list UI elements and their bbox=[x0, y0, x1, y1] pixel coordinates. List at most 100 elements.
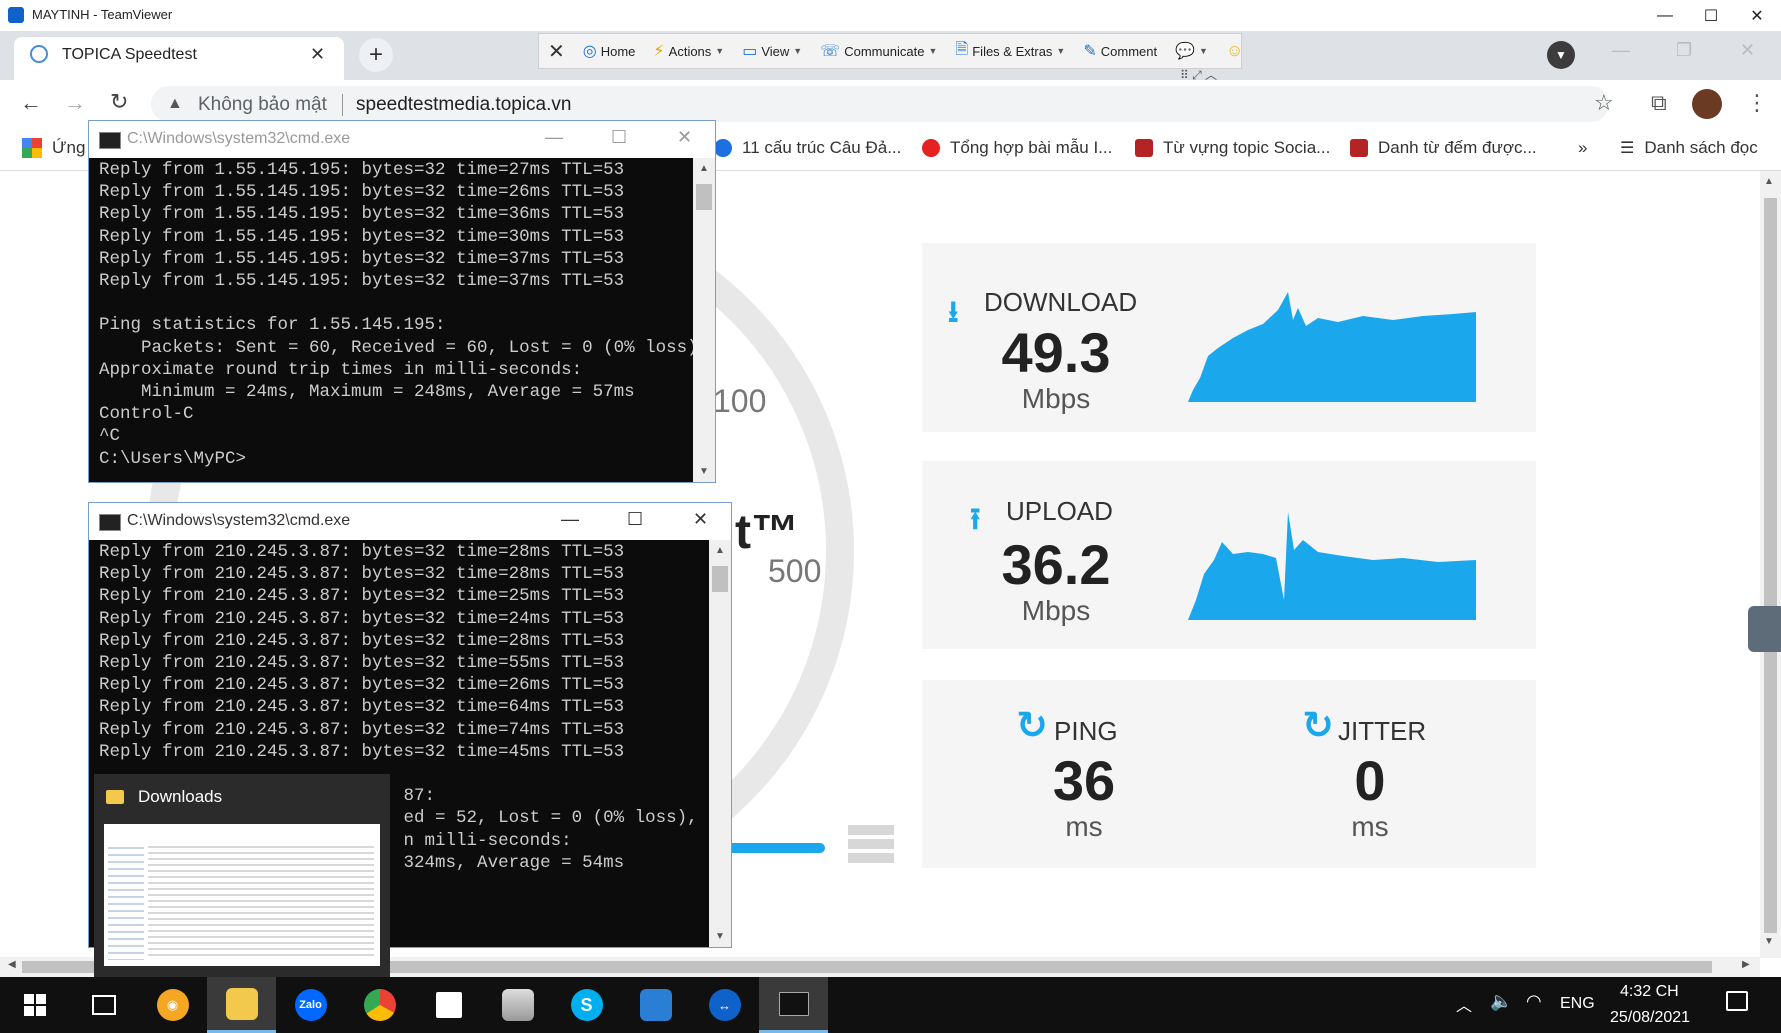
taskbar-teamviewer[interactable]: ↔ bbox=[690, 977, 759, 1033]
close-icon[interactable]: ✕ bbox=[677, 127, 692, 148]
bookmark-cau-truc[interactable]: 11 cấu trúc Câu Đả... bbox=[714, 138, 901, 158]
tab-close-icon[interactable]: ✕ bbox=[310, 44, 325, 65]
cmd-window-1[interactable]: C:\Windows\system32\cmd.exe — ☐ ✕ Reply … bbox=[88, 120, 716, 483]
taskbar-skype[interactable]: S bbox=[552, 977, 621, 1033]
tv-comment-label: Comment bbox=[1100, 43, 1158, 59]
not-secure-label[interactable]: Không bảo mật bbox=[198, 94, 327, 116]
folder-icon bbox=[106, 790, 124, 804]
tv-comment-button[interactable]: ✎ Comment bbox=[1074, 41, 1166, 61]
cmd-1-titlebar[interactable]: C:\Windows\system32\cmd.exe — ☐ ✕ bbox=[89, 121, 715, 158]
avatar[interactable] bbox=[1692, 89, 1722, 119]
url-text[interactable]: speedtestmedia.topica.vn bbox=[356, 94, 571, 116]
bookmark-apps[interactable]: Ứng bbox=[52, 138, 85, 158]
console-line: Reply from 210.245.3.87: bytes=32 time=2… bbox=[99, 542, 625, 562]
scroll-down-icon[interactable]: ▼ bbox=[699, 466, 709, 477]
explorer-window-thumbnail bbox=[104, 824, 380, 966]
taskbar-file-explorer[interactable] bbox=[207, 977, 276, 1033]
scroll-down-icon[interactable]: ▼ bbox=[715, 931, 725, 942]
reading-list-button[interactable]: ☰ Danh sách đọc bbox=[1620, 138, 1758, 158]
tv-feedback-button[interactable]: ☺ bbox=[1217, 41, 1252, 61]
terminal-icon bbox=[778, 991, 809, 1016]
chrome-close-icon[interactable]: ✕ bbox=[1740, 40, 1755, 61]
bookmark-label: Danh từ đếm được... bbox=[1378, 138, 1537, 157]
tv-files-label: Files & Extras bbox=[972, 43, 1053, 59]
taskbar-drive-utility[interactable] bbox=[483, 977, 552, 1033]
clock-date[interactable]: 25/08/2021 bbox=[1610, 1009, 1690, 1027]
tv-home-button[interactable]: ◎ Home bbox=[574, 41, 645, 61]
taskbar-zalo[interactable]: Zalo bbox=[276, 977, 345, 1033]
downloads-preview-title: Downloads bbox=[138, 787, 223, 806]
scroll-up-icon[interactable]: ▲ bbox=[1764, 176, 1774, 187]
bookmark-tu-vung[interactable]: Từ vựng topic Socia... bbox=[1135, 138, 1330, 158]
scroll-down-icon[interactable]: ▼ bbox=[1764, 936, 1774, 947]
download-graph-area bbox=[1188, 292, 1476, 402]
console-line: Reply from 210.245.3.87: bytes=32 time=5… bbox=[99, 653, 625, 674]
bookmarks-overflow-button[interactable]: » bbox=[1578, 138, 1587, 158]
close-icon[interactable]: ✕ bbox=[693, 509, 708, 530]
volume-icon[interactable]: 🔈 bbox=[1490, 991, 1512, 1012]
cmd-1-output: Reply from 1.55.145.195: bytes=32 time=2… bbox=[89, 159, 708, 470]
scroll-right-icon[interactable]: ▶ bbox=[1742, 959, 1750, 970]
scroll-up-icon[interactable]: ▲ bbox=[699, 163, 709, 174]
cmd-icon bbox=[99, 132, 121, 149]
scrollbar-thumb[interactable] bbox=[696, 184, 712, 210]
warning-icon[interactable]: ▲ bbox=[167, 95, 183, 113]
taskbar-brave[interactable]: ◉ bbox=[138, 977, 207, 1033]
tray-chevron-up-icon[interactable]: ︿ bbox=[1456, 992, 1472, 1016]
tv-communicate-menu[interactable]: ☏ Communicate ▼ bbox=[811, 41, 946, 61]
cmd-1-scrollbar[interactable]: ▲ ▼ bbox=[693, 158, 715, 482]
minimize-icon[interactable]: — bbox=[1642, 0, 1688, 31]
tv-close-button[interactable]: ✕ bbox=[539, 39, 574, 64]
cmd-2-scrollbar[interactable]: ▲ ▼ bbox=[709, 540, 731, 947]
files-icon: 🗎 bbox=[955, 40, 969, 58]
scroll-up-icon[interactable]: ▲ bbox=[715, 545, 725, 556]
downloads-thumbnail-preview[interactable]: Downloads bbox=[94, 774, 390, 978]
tv-chat-menu[interactable]: 💬 ▼ bbox=[1166, 41, 1217, 61]
start-button[interactable] bbox=[0, 977, 69, 1033]
language-indicator[interactable]: ENG bbox=[1560, 995, 1595, 1013]
reload-icon[interactable]: ↻ bbox=[110, 89, 128, 115]
minimize-icon[interactable]: — bbox=[561, 509, 579, 530]
tab-favicon-icon bbox=[30, 45, 48, 63]
taskbar-cmd[interactable] bbox=[759, 977, 828, 1033]
chrome-profile-menu-icon[interactable]: ▼ bbox=[1547, 41, 1575, 69]
taskbar-chrome[interactable] bbox=[345, 977, 414, 1033]
maximize-icon[interactable]: ☐ bbox=[611, 127, 627, 148]
chrome-minimize-icon[interactable]: — bbox=[1612, 40, 1630, 61]
jitter-label: JITTER bbox=[1338, 716, 1427, 746]
chrome-restore-icon[interactable]: ❐ bbox=[1676, 40, 1692, 61]
minimize-icon[interactable]: — bbox=[545, 127, 563, 148]
bookmark-danh-tu[interactable]: Danh từ đếm được... bbox=[1350, 138, 1537, 158]
scrollbar-thumb[interactable] bbox=[1764, 198, 1777, 933]
task-view-button[interactable] bbox=[69, 977, 138, 1033]
taskbar-outlook[interactable] bbox=[621, 977, 690, 1033]
notification-center-icon[interactable] bbox=[1726, 991, 1748, 1011]
kebab-menu-icon[interactable]: ⋮ bbox=[1746, 90, 1768, 116]
maximize-icon[interactable]: ☐ bbox=[1688, 0, 1734, 31]
tv-files-menu[interactable]: 🗎 Files & Extras ▼ bbox=[946, 38, 1074, 65]
teamviewer-side-handle-icon[interactable] bbox=[1748, 606, 1781, 652]
download-unit: Mbps bbox=[1021, 383, 1091, 414]
forward-arrow-icon[interactable]: → bbox=[64, 90, 86, 116]
tv-view-menu[interactable]: ▭ View ▼ bbox=[733, 41, 811, 61]
maximize-icon[interactable]: ☐ bbox=[627, 509, 643, 530]
scrollbar-thumb[interactable] bbox=[712, 566, 728, 592]
tv-actions-menu[interactable]: ⚡ Actions ▼ bbox=[644, 41, 733, 61]
bookmark-tong-hop[interactable]: Tổng hợp bài mẫu I... bbox=[922, 138, 1112, 158]
extensions-puzzle-icon[interactable]: ⧉ bbox=[1651, 90, 1667, 116]
new-tab-button[interactable]: + bbox=[359, 38, 393, 72]
apps-grid-icon[interactable] bbox=[22, 138, 42, 158]
clock-time[interactable]: 4:32 CH bbox=[1620, 983, 1679, 1001]
console-line: Reply from 1.55.145.195: bytes=32 time=3… bbox=[99, 226, 625, 247]
window-title: MAYTINH - TeamViewer bbox=[32, 7, 173, 22]
taskbar-sticky-notes[interactable] bbox=[414, 977, 483, 1033]
bookmark-star-icon[interactable]: ☆ bbox=[1594, 90, 1614, 116]
scroll-left-icon[interactable]: ◀ bbox=[8, 959, 16, 970]
close-icon[interactable]: ✕ bbox=[1734, 0, 1780, 31]
wifi-icon[interactable]: ◠ bbox=[1526, 991, 1542, 1012]
ping-refresh-icon: ↻ bbox=[1016, 705, 1048, 747]
skype-icon: S bbox=[570, 989, 603, 1021]
phone-icon: ☏ bbox=[820, 43, 841, 60]
back-arrow-icon[interactable]: ← bbox=[20, 90, 42, 116]
cmd-2-titlebar[interactable]: C:\Windows\system32\cmd.exe — ☐ ✕ bbox=[89, 503, 731, 540]
